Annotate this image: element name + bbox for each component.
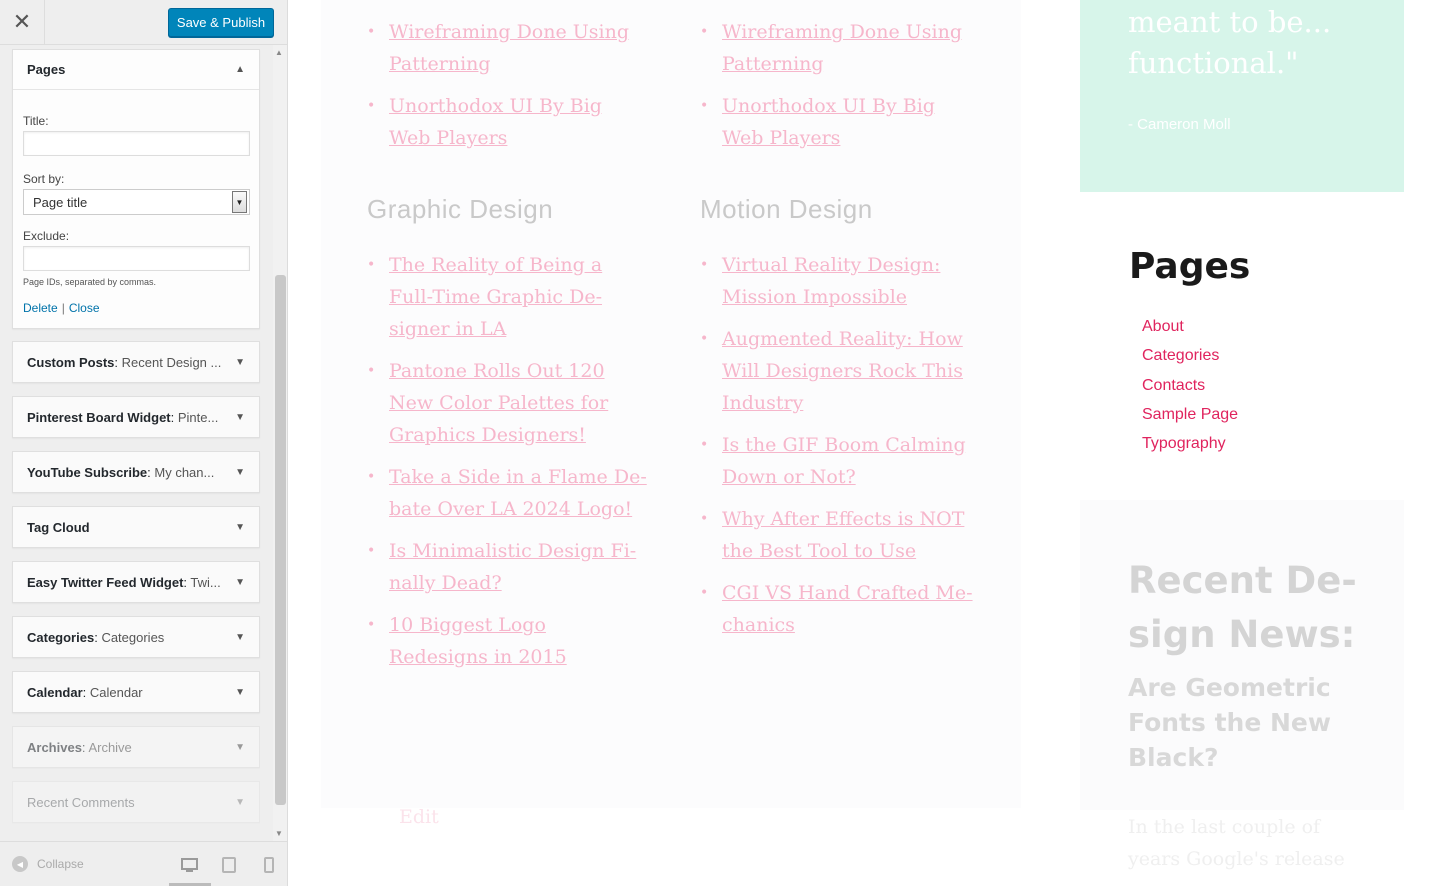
widget-actions: Delete | Close — [23, 301, 249, 315]
widget-calendar[interactable]: Calendar: Calendar ▼ — [12, 671, 260, 713]
page-link-sample-page[interactable]: Sample Page — [1142, 400, 1238, 429]
scroll-down-icon[interactable]: ▼ — [275, 829, 283, 838]
link-separator: | — [61, 301, 65, 315]
list-item[interactable]: Pantone Rolls Out 120 New Color Palettes… — [367, 355, 647, 451]
sort-by-value: Page title — [33, 194, 88, 210]
list-item[interactable]: Is the GIF Boom Calming Down or Not? — [700, 429, 980, 493]
title-input[interactable] — [23, 131, 250, 156]
desktop-icon[interactable] — [180, 856, 198, 874]
quote-widget: meant to be... functional." - Cameron Mo… — [1080, 0, 1404, 192]
title-label: Title: — [23, 114, 49, 128]
chevron-down-icon[interactable]: ▼ — [232, 191, 247, 213]
widget-recent-comments[interactable]: Recent Comments ▼ — [12, 781, 260, 823]
pages-widget-title: Pages — [1129, 246, 1251, 287]
list-item[interactable]: Wireframing Done Using Patterning — [367, 16, 647, 80]
quote-text: meant to be... functional." — [1128, 5, 1332, 80]
mobile-icon[interactable] — [260, 856, 278, 874]
col1-top-list: Wireframing Done Using Patterning Unorth… — [367, 16, 647, 164]
page-link-about[interactable]: About — [1142, 312, 1238, 341]
widget-easy-twitter-feed[interactable]: Easy Twitter Feed Widget: Twi... ▼ — [12, 561, 260, 603]
chevron-down-icon[interactable]: ▼ — [235, 742, 245, 753]
close-icon: ✕ — [12, 9, 32, 34]
chevron-down-icon[interactable]: ▼ — [235, 522, 245, 533]
widget-pinterest-board[interactable]: Pinterest Board Widget: Pinte... ▼ — [12, 396, 260, 438]
list-item[interactable]: Wireframing Done Using Patterning — [700, 16, 980, 80]
tablet-icon[interactable] — [220, 856, 238, 874]
list-item[interactable]: CGI VS Hand Crafted Me-chanics — [700, 577, 980, 641]
chevron-down-icon[interactable]: ▼ — [235, 467, 245, 478]
close-link[interactable]: Close — [69, 301, 100, 315]
sidebar-header: ✕ Save & Publish — [0, 0, 287, 45]
motion-design-list: Virtual Reality Design: Mission Impossib… — [700, 249, 980, 651]
recent-news-widget: Recent De-sign News: Are Geometric Fonts… — [1080, 500, 1404, 810]
widget-title: Pages — [27, 62, 66, 77]
col2-top-list: Wireframing Done Using Patterning Unorth… — [700, 16, 980, 164]
list-item[interactable]: Take a Side in a Flame De-bate Over LA 2… — [367, 461, 647, 525]
exclude-label: Exclude: — [23, 229, 70, 243]
widget-title: Recent Comments — [27, 794, 135, 810]
exclude-hint: Page IDs, separated by commas. — [23, 277, 157, 287]
edit-link[interactable]: Edit — [399, 806, 439, 828]
exclude-input[interactable] — [23, 246, 250, 271]
widget-pages: Pages ▲ Title: Sort by: Page title ▼ Exc… — [12, 49, 260, 329]
list-item[interactable]: Augmented Reality: How Will Designers Ro… — [700, 323, 980, 419]
list-item[interactable]: Virtual Reality Design: Mission Impossib… — [700, 249, 980, 313]
chevron-down-icon[interactable]: ▼ — [235, 577, 245, 588]
page-link-categories[interactable]: Categories — [1142, 341, 1238, 370]
news-title: Recent De-sign News: — [1128, 559, 1357, 656]
chevron-down-icon[interactable]: ▼ — [235, 632, 245, 643]
list-item[interactable]: The Reality of Being a Full-Time Graphic… — [367, 249, 647, 345]
save-publish-button[interactable]: Save & Publish — [168, 8, 274, 37]
chevron-down-icon[interactable]: ▼ — [235, 412, 245, 423]
widget-title: Tag Cloud — [27, 519, 90, 535]
graphic-design-list: The Reality of Being a Full-Time Graphic… — [367, 249, 647, 683]
list-item[interactable]: Unorthodox UI By Big Web Players — [367, 90, 647, 154]
pages-widget-list: About Categories Contacts Sample Page Ty… — [1142, 312, 1238, 458]
widget-title: YouTube Subscribe: My chan... — [27, 464, 215, 480]
widget-title: Categories: Categories — [27, 629, 165, 645]
chevron-down-icon[interactable]: ▼ — [235, 357, 245, 368]
list-item[interactable]: Why After Effects is NOT the Best Tool t… — [700, 503, 980, 567]
widget-archives[interactable]: Archives: Archive ▼ — [12, 726, 260, 768]
widget-youtube-subscribe[interactable]: YouTube Subscribe: My chan... ▼ — [12, 451, 260, 493]
site-preview: Wireframing Done Using Patterning Unorth… — [289, 0, 1433, 886]
chevron-down-icon[interactable]: ▼ — [235, 797, 245, 808]
widget-pages-header[interactable]: Pages ▲ — [13, 50, 259, 90]
list-item[interactable]: 10 Biggest Logo Redesigns in 2015 — [367, 609, 647, 673]
scroll-up-icon[interactable]: ▲ — [275, 48, 283, 57]
news-excerpt: In the last couple of years Google's rel… — [1128, 816, 1345, 870]
delete-link[interactable]: Delete — [23, 301, 58, 315]
widget-tag-cloud[interactable]: Tag Cloud ▼ — [12, 506, 260, 548]
sidebar-footer: ◀ Collapse — [0, 841, 287, 886]
widget-categories[interactable]: Categories: Categories ▼ — [12, 616, 260, 658]
motion-design-heading: Motion Design — [700, 194, 873, 224]
widgets-panel: ▲ ▼ Pages ▲ Title: Sort by: Page title ▼… — [0, 45, 287, 841]
sort-by-select[interactable]: Page title ▼ — [23, 189, 250, 215]
widget-title: Calendar: Calendar — [27, 684, 143, 700]
list-item[interactable]: Unorthodox UI By Big Web Players — [700, 90, 980, 154]
widget-custom-posts[interactable]: Custom Posts: Recent Design ... ▼ — [12, 341, 260, 383]
news-headline[interactable]: Are Geometric Fonts the New Black? — [1128, 670, 1348, 775]
widget-title: Pinterest Board Widget: Pinte... — [27, 409, 219, 425]
chevron-down-icon[interactable]: ▼ — [235, 687, 245, 698]
customizer-sidebar: ✕ Save & Publish ▲ ▼ Pages ▲ Title: Sort… — [0, 0, 288, 886]
widget-title: Custom Posts: Recent Design ... — [27, 354, 222, 370]
close-customizer-button[interactable]: ✕ — [0, 0, 45, 44]
page-link-typography[interactable]: Typography — [1142, 429, 1238, 458]
collapse-button[interactable]: ◀ Collapse — [12, 856, 84, 872]
chevron-up-icon[interactable]: ▲ — [235, 64, 245, 75]
graphic-design-heading: Graphic Design — [367, 194, 554, 224]
widget-title: Archives: Archive — [27, 739, 132, 755]
widget-title: Easy Twitter Feed Widget: Twi... — [27, 574, 221, 590]
collapse-icon: ◀ — [12, 856, 28, 872]
list-item[interactable]: Is Minimalistic Design Fi-nally Dead? — [367, 535, 647, 599]
quote-author: - Cameron Moll — [1128, 116, 1231, 133]
sort-by-label: Sort by: — [23, 172, 65, 186]
page-link-contacts[interactable]: Contacts — [1142, 371, 1238, 400]
collapse-label: Collapse — [37, 857, 84, 871]
content-card: Wireframing Done Using Patterning Unorth… — [321, 0, 1021, 828]
scrollbar-thumb[interactable] — [275, 275, 286, 805]
